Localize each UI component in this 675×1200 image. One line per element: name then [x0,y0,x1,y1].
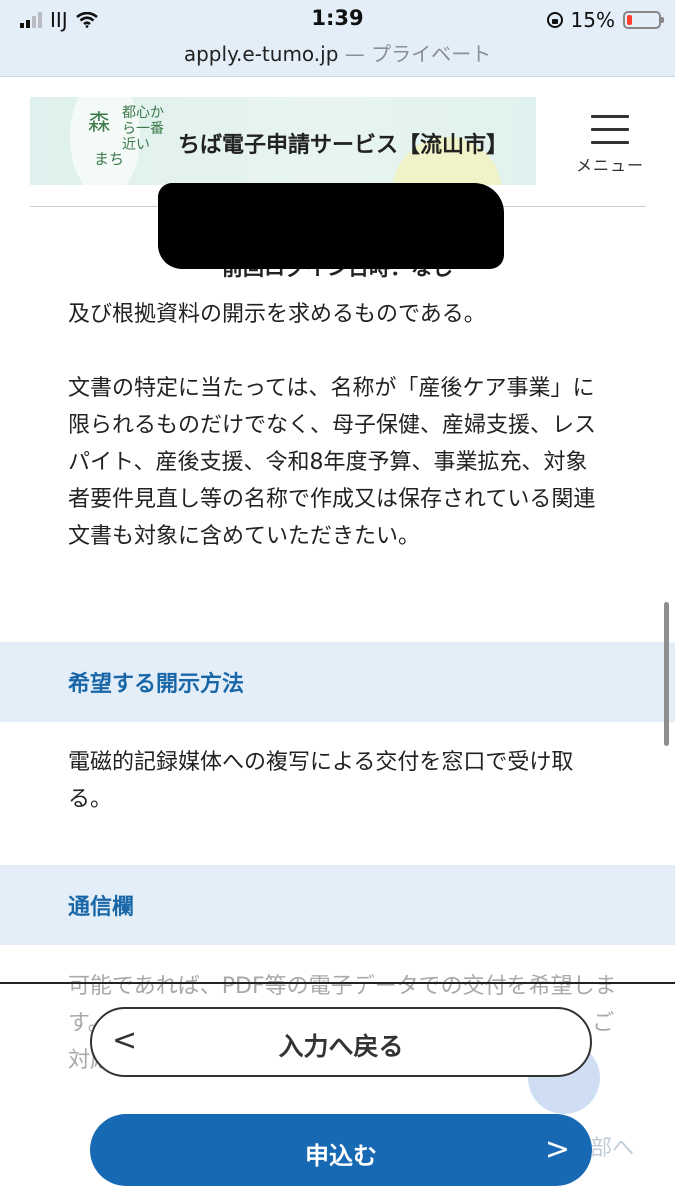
section-title-disclosure-method: 希望する開示方法 [68,672,245,697]
section-title-communication: 通信欄 [68,895,135,920]
service-title: ちば電子申請サービス【流山市】 [178,133,509,158]
service-banner[interactable]: 森 都心から一番近い まち ちば電子申請サービス【流山市】 [30,97,536,185]
request-text-continued: 及び根拠資料の開示を求めるものである。 [68,302,486,327]
menu-label: メニュー [575,156,644,175]
redaction-mark [158,183,504,269]
apply-button[interactable]: 申込む > [90,1114,592,1186]
menu-button[interactable]: メニュー [570,115,650,185]
back-button-label: 入力へ戻る [278,1032,404,1061]
apply-button-label: 申込む [305,1142,377,1170]
back-to-input-button[interactable]: < 入力へ戻る [90,1007,592,1077]
request-text-scope: 文書の特定に当たっては、名称が「産後ケア事業」に限られるものだけでなく、母子保健… [68,376,597,549]
logo-machi: まち [94,150,125,168]
city-logo: 森 都心から一番近い まち [88,105,174,179]
orientation-lock-icon [546,12,563,28]
battery-percent: 15% [570,8,615,32]
section-header-communication: 通信欄 [0,865,675,945]
chevron-right-icon: > [544,1132,570,1167]
status-bar: IIJ 1:39 15% [0,0,675,38]
url-bar[interactable]: apply.e-tumo.jp — プライベート [0,38,675,77]
section-header-disclosure-method: 希望する開示方法 [0,642,675,722]
logo-mori: 森 [88,111,111,136]
page-scrollbar[interactable] [664,602,669,746]
logo-tagline: 都心から一番近い [122,105,164,153]
url-text: apply.e-tumo.jp [183,42,339,66]
disclosure-method-value: 電磁的記録媒体への複写による交付を窓口で受け取る。 [68,750,574,812]
action-divider [0,982,675,984]
status-right: 15% [546,8,664,32]
battery-icon [623,11,664,29]
private-mode-label: — プライベート [338,42,492,66]
hamburger-icon [591,115,629,144]
faded-link[interactable]: 部へ [590,1130,634,1162]
